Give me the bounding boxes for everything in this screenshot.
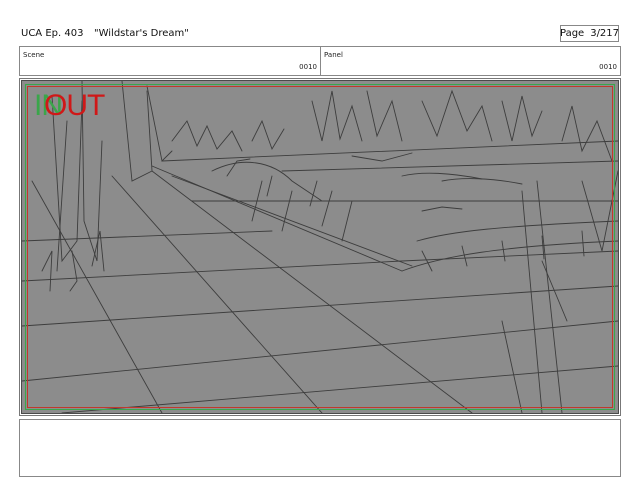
show-title: UCA Ep. 403 — [21, 28, 84, 39]
panel-cell: Panel 0010 — [321, 47, 620, 75]
notes-box[interactable] — [19, 419, 621, 477]
page-header: UCA Ep. 403 "Wildstar's Dream" Page 3/21… — [0, 0, 640, 46]
panel-label: Panel — [324, 51, 343, 59]
page-number: 3/217 — [590, 28, 620, 39]
scene-value: 0010 — [299, 63, 317, 71]
scene-label: Scene — [23, 51, 45, 59]
episode-title: "Wildstar's Dream" — [94, 28, 189, 39]
safe-area-outer — [27, 86, 613, 408]
scene-panel-row: Scene 0010 Panel 0010 — [19, 46, 621, 76]
page-indicator: Page 3/217 — [560, 25, 619, 42]
scene-cell: Scene 0010 — [20, 47, 321, 75]
panel-value: 0010 — [599, 63, 617, 71]
storyboard-panel: INOUT — [19, 78, 621, 416]
panel-drawing: INOUT — [21, 80, 619, 414]
transition-out-label: OUT — [44, 89, 105, 122]
page-label: Page — [559, 28, 585, 39]
transition-label: INOUT — [34, 91, 122, 121]
